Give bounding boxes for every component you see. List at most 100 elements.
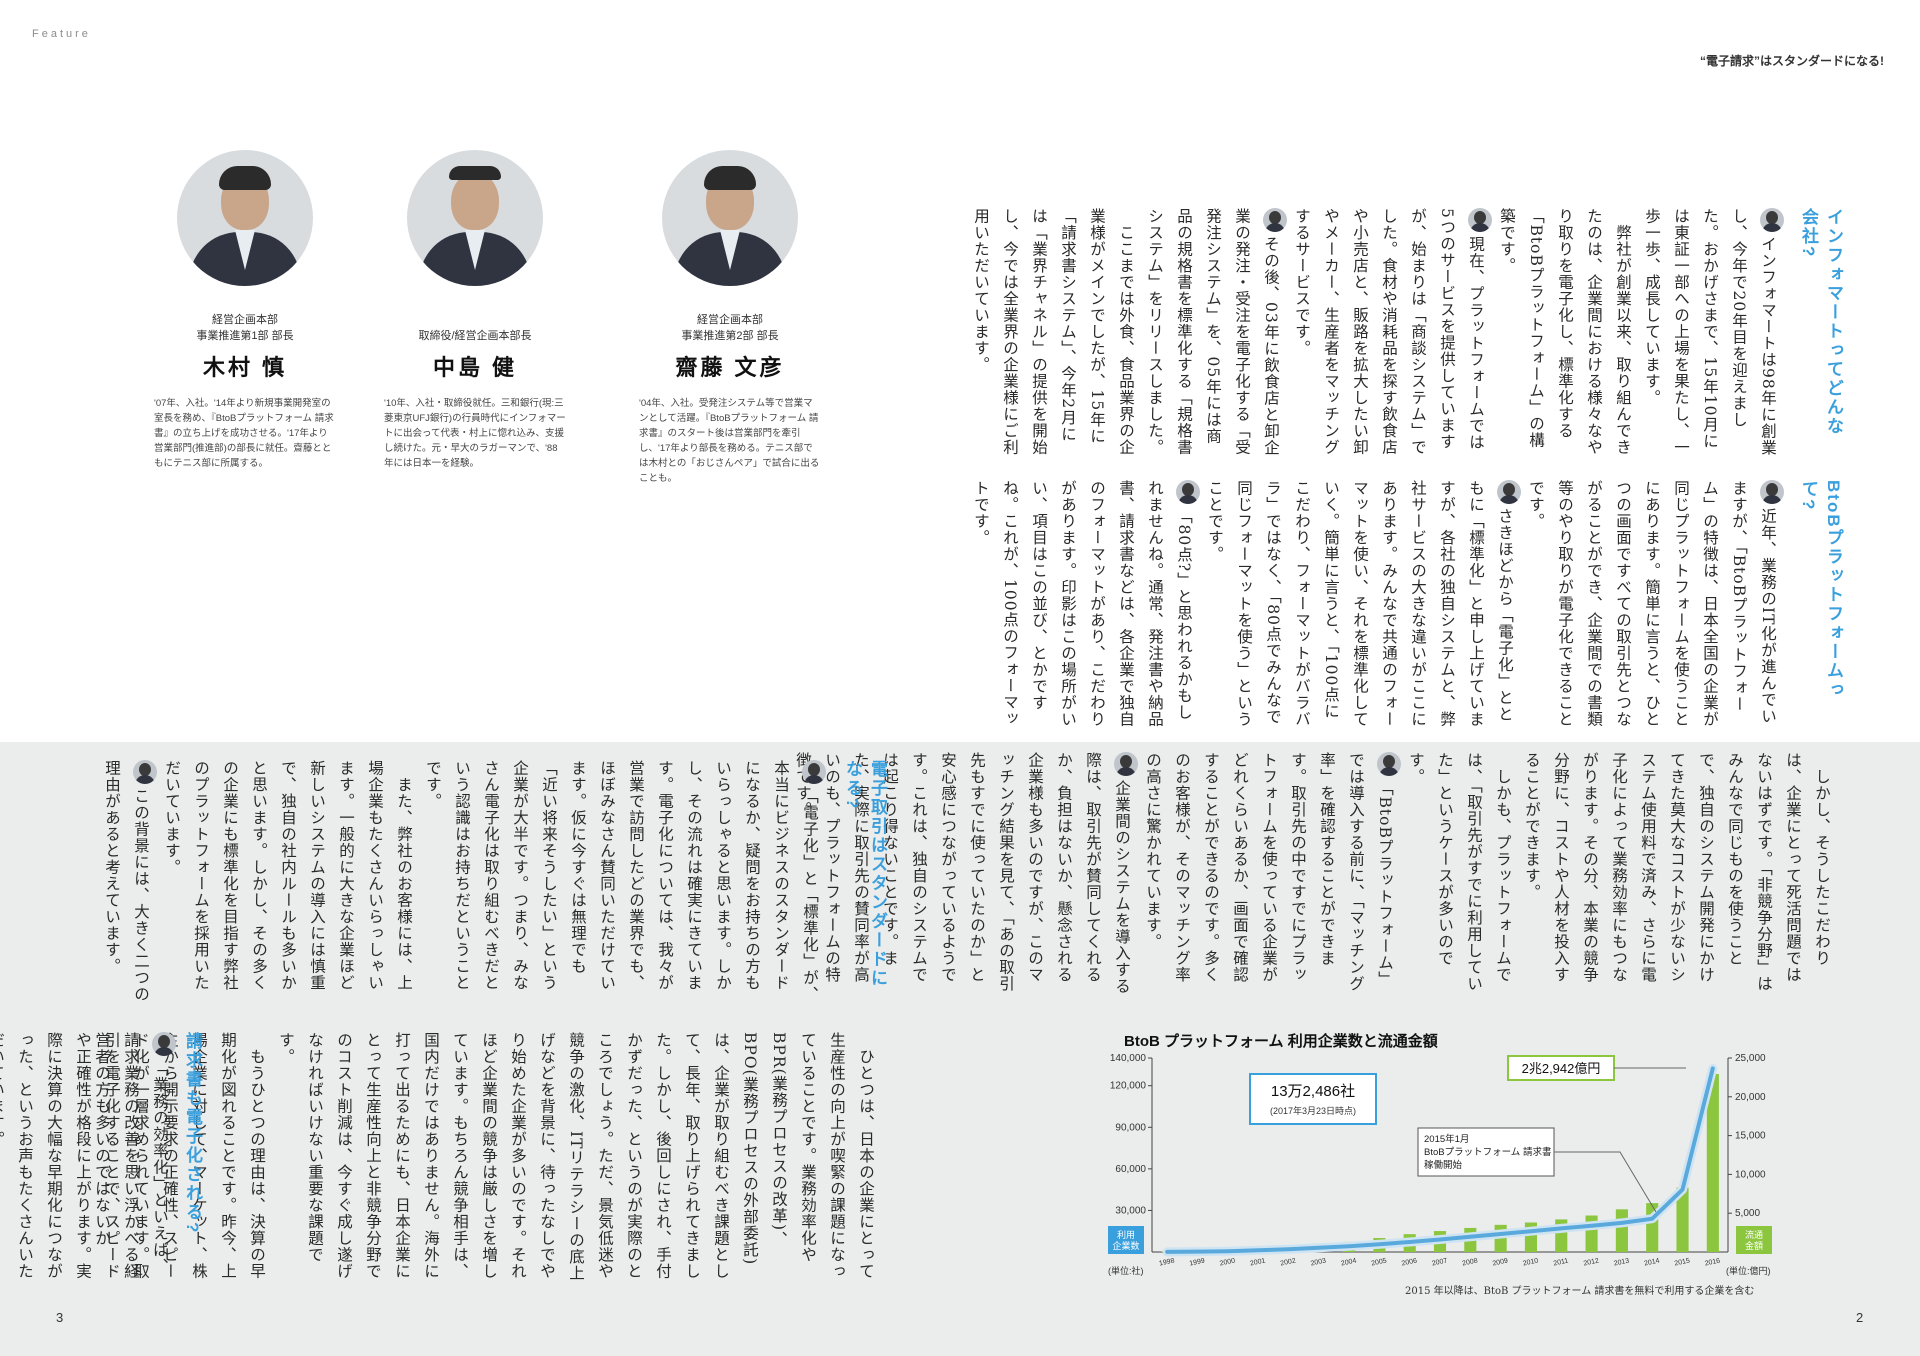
bar-2013 xyxy=(1615,1209,1628,1252)
x-tick-label: 2016 xyxy=(1704,1257,1721,1267)
paragraph: 「BtoBプラットフォーム」では導入する前に、「マッチング率」を確認することがで… xyxy=(1138,752,1401,997)
paragraph: 「業務の効率化」といえば、請求業務の改善を思い浮かべる経営者の方も多いのではない… xyxy=(87,1032,176,1282)
section-heading-invoice: 請求書も電子化される? xyxy=(183,1032,202,1235)
section-heading-platform: BtoBプラットフォームって? xyxy=(1799,480,1843,700)
profile-role: 経営企画本部 事業推進第2部 部長 xyxy=(681,314,779,342)
right-axis-unit: (単位:億円) xyxy=(1726,1265,1771,1276)
paragraph: インフォマートは98年に創業し、今年で20年目を迎えました。おかげさまで、15年… xyxy=(1637,208,1784,456)
profile-kimura: 経営企画本部 事業推進第1部 部長 木村 慎 '07年、入社。'14年より新規事… xyxy=(150,150,340,471)
profile-name: 中島 健 xyxy=(432,355,518,380)
profile-bio: '10年、入社・取締役就任。三和銀行(現:三菱東京UFJ銀行)の行員時代にインフ… xyxy=(384,398,566,469)
paragraph: 弊社が創業以来、取り組んできたのは、企業間における様々なやり取りを電子化し、標準… xyxy=(1498,208,1632,456)
avatar xyxy=(407,150,543,286)
speaker-icon xyxy=(133,760,157,784)
paragraph: ひとつは、日本の企業にとって生産性の向上が喫緊の課題になっていることです。業務効… xyxy=(277,1032,875,1282)
avatar xyxy=(662,150,798,286)
running-title: “電子請求”はスタンダードになる! xyxy=(1700,54,1884,68)
x-tick-label: 2013 xyxy=(1613,1257,1630,1267)
speaker-icon xyxy=(1114,752,1138,776)
profile-role: 経営企画本部 事業推進第1部 部長 xyxy=(196,314,294,342)
profile-name: 齋藤 文彦 xyxy=(675,355,785,380)
paragraph: しかし、そうしたこだわりは、企業にとって死活問題ではないはずです。「非競争分野」… xyxy=(1523,752,1831,992)
launch-callout-text: 2015年1月 xyxy=(1424,1133,1469,1145)
right-axis-badge-text: 流通 xyxy=(1745,1229,1763,1240)
x-tick-label: 2014 xyxy=(1644,1257,1661,1267)
profile-nakajima: 取締役/経営企画本部長 中島 健 '10年、入社・取締役就任。三和銀行(現:三菱… xyxy=(380,150,570,471)
x-tick-label: 2007 xyxy=(1431,1257,1448,1267)
section-body-platform-1: 近年、業務のIT化が進んでいますが、「BtoBプラットフォーム」の特徴は、日本全… xyxy=(972,480,1784,728)
right-tick-label: 10,000 xyxy=(1735,1169,1766,1180)
x-tick-label: 2005 xyxy=(1371,1257,1388,1267)
x-tick-label: 2009 xyxy=(1492,1257,1509,1267)
paragraph: 「80点?」と思われるかもしれませんね。通常、発注書や納品書、請求書などは、各企… xyxy=(966,480,1200,728)
left-tick-label: 30,000 xyxy=(1115,1205,1146,1216)
section-body-standard-2: ひとつは、日本の企業にとって生産性の向上が喫緊の課題になっていることです。業務効… xyxy=(0,1032,880,1282)
speaker-icon xyxy=(802,760,826,784)
section-body-company: インフォマートは98年に創業し、今年で20年目を迎えました。おかげさまで、15年… xyxy=(972,208,1784,456)
profile-bio: '04年、入社。受発注システム等で営業マンとして活躍。『BtoBプラットフォーム… xyxy=(639,398,820,484)
left-tick-label: 90,000 xyxy=(1115,1122,1146,1133)
x-tick-label: 2012 xyxy=(1583,1257,1600,1267)
speaker-icon xyxy=(1263,208,1287,232)
speaker-icon xyxy=(1760,208,1784,232)
x-tick-label: 2000 xyxy=(1219,1257,1236,1267)
x-tick-label: 1999 xyxy=(1189,1257,1206,1267)
x-tick-label: 2015 xyxy=(1674,1257,1691,1267)
chart-svg: 30,000 60,000 90,000 120,000 140,000 5,000 10,… xyxy=(1108,1053,1772,1276)
paragraph: ここまでは外食、食品業界の企業様がメインでしたが、15年に「請求書システム」、今… xyxy=(972,208,1135,456)
left-axis-badge-text: 企業数 xyxy=(1112,1240,1139,1251)
x-tick-label: 2008 xyxy=(1462,1257,1479,1267)
speaker-icon xyxy=(1497,480,1521,504)
paragraph: 現在、プラットフォームでは5つのサービスを提供していますが、始まりは「商談システ… xyxy=(1287,208,1492,456)
left-tick-label: 140,000 xyxy=(1110,1053,1147,1064)
x-tick-label: 2001 xyxy=(1249,1257,1266,1267)
x-tick-label: 2011 xyxy=(1553,1258,1569,1268)
right-tick-label: 15,000 xyxy=(1735,1131,1766,1142)
x-tick-label: 2003 xyxy=(1310,1257,1327,1267)
profile-role: 取締役/経営企画本部長 xyxy=(418,330,532,342)
left-axis-unit: (単位:社) xyxy=(1108,1265,1144,1276)
speaker-icon xyxy=(1377,752,1401,776)
section-heading-company: インフォマートってどんな会社? xyxy=(1799,208,1843,436)
paragraph: しかも、プラットフォームでは、「取引先がすでに利用していた」というケースが多いの… xyxy=(1407,752,1512,992)
chart-footnote: 2015 年以降は、BtoB プラットフォーム 請求書を無料で利用する企業を含む xyxy=(1405,1286,1755,1297)
paragraph: また、弊社のお客様には、上場企業もたくさんいらっしゃいます。一般的に大きな企業ほ… xyxy=(163,760,413,991)
paragraph: その後、03年に飲食店と卸企業の発注・受注を電子化する「受発注システム」を、05… xyxy=(1140,208,1287,456)
speaker-icon xyxy=(1468,208,1492,232)
launch-callout-text: 稼働開始 xyxy=(1424,1159,1463,1171)
x-tick-label: 2006 xyxy=(1401,1257,1418,1267)
left-tick-label: 60,000 xyxy=(1115,1164,1146,1175)
avatar xyxy=(177,150,313,286)
right-axis-badge-text: 金額 xyxy=(1745,1240,1763,1251)
x-tick-label: 2010 xyxy=(1522,1257,1539,1267)
speaker-icon xyxy=(1176,480,1200,504)
left-axis-badge-text: 利用 xyxy=(1117,1229,1135,1240)
x-tick-label: 2002 xyxy=(1280,1257,1297,1267)
page-number-right: 2 xyxy=(1856,1310,1864,1325)
amount-callout-value: 2兆2,942億円 xyxy=(1522,1061,1601,1076)
section-body-platform-2: しかし、そうしたこだわりは、企業にとって死活問題ではないはずです。「非競争分野」… xyxy=(794,752,1836,997)
left-tick-label: 120,000 xyxy=(1110,1081,1147,1092)
right-tick-label: 25,000 xyxy=(1735,1053,1766,1064)
x-tick-label: 1998 xyxy=(1158,1257,1175,1267)
companies-callout-value: 13万2,486社 xyxy=(1271,1083,1355,1100)
companies-callout-date: (2017年3月23日時点) xyxy=(1270,1105,1356,1116)
right-tick-label: 20,000 xyxy=(1735,1092,1766,1103)
section-heading-standard: 電子取引はスタンダードになる? xyxy=(843,760,887,988)
right-tick-label: 5,000 xyxy=(1735,1208,1760,1219)
feature-label: Feature xyxy=(32,28,91,40)
paragraph: 近年、業務のIT化が進んでいますが、「BtoBプラットフォーム」の特徴は、日本全… xyxy=(1521,480,1784,728)
launch-callout-text: BtoBプラットフォーム 請求書 xyxy=(1424,1146,1551,1158)
paragraph: さきほどから「電子化」とともに「標準化」と申し上げていますが、各社の独自システム… xyxy=(1200,480,1521,728)
page-number-left: 3 xyxy=(56,1310,64,1325)
speaker-icon xyxy=(152,1032,176,1056)
profile-bio: '07年、入社。'14年より新規事業開発室の室長を務め、『BtoBプラットフォー… xyxy=(154,398,334,469)
profile-saito: 経営企画本部 事業推進第2部 部長 齋藤 文彦 '04年、入社。受発注システム等… xyxy=(635,150,825,486)
section-body-invoice: 「業務の効率化」といえば、請求業務の改善を思い浮かべる経営者の方も多いのではない… xyxy=(86,1032,176,1282)
launch-callout-leader xyxy=(1554,1151,1657,1213)
platform-chart: BtoB プラットフォーム 利用企業数と流通金額 30,000 60,000 90,… xyxy=(1100,1030,1880,1300)
paragraph: 「電子化」と「標準化」が、本当にビジネスのスタンダードになるか、疑問をお持ちの方… xyxy=(418,760,826,1004)
profile-name: 木村 慎 xyxy=(202,355,288,380)
x-tick-label: 2004 xyxy=(1340,1257,1357,1267)
speaker-icon xyxy=(1760,480,1784,504)
